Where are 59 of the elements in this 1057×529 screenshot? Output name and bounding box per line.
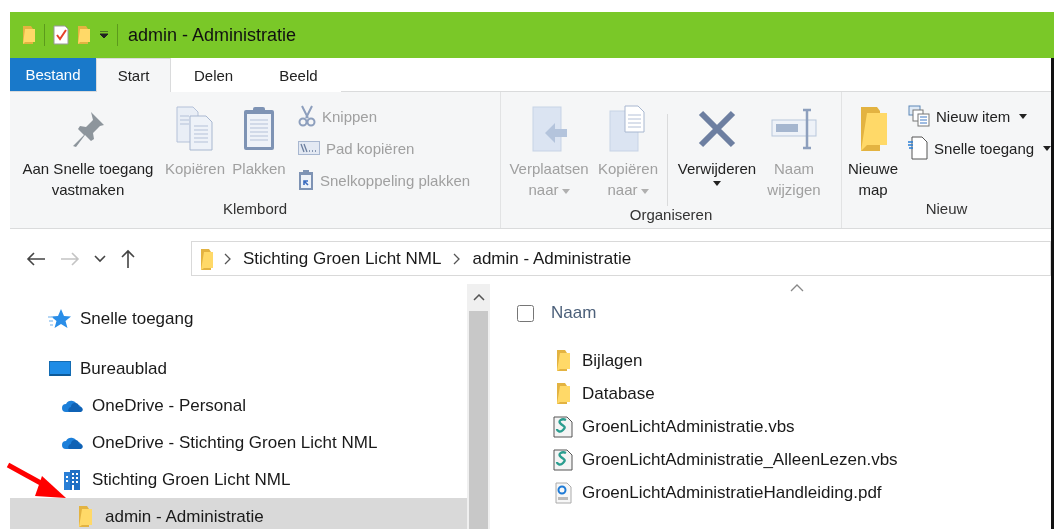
copy-icon (176, 106, 214, 152)
chevron-down-button[interactable] (94, 254, 106, 263)
ribbon-tab[interactable]: Start (96, 58, 171, 92)
back-button[interactable] (26, 250, 46, 267)
move-icon (529, 105, 569, 153)
new-folder-button[interactable]: Nieuwe map (846, 100, 901, 200)
properties-icon[interactable] (53, 25, 69, 45)
up-button[interactable] (120, 248, 136, 269)
easy-access-button[interactable]: Snelle toegang (906, 132, 1051, 164)
scissors-icon (298, 105, 316, 127)
script-file-icon (553, 415, 573, 438)
delete-icon (697, 109, 737, 149)
cloud-icon (61, 435, 83, 450)
window-title: admin - Administratie (128, 24, 297, 46)
path-icon (298, 141, 320, 155)
file-item[interactable]: GroenLichtAdministratie.vbs (553, 410, 1051, 443)
group-label: Organiseren (629, 206, 713, 225)
address-bar[interactable]: Stichting Groen Licht NML admin - Administratie (191, 241, 1051, 276)
column-header[interactable]: Naam (551, 303, 597, 323)
tree-item[interactable]: Bureaublad (10, 350, 467, 387)
tree-item[interactable]: OneDrive - Personal (10, 387, 467, 424)
cloud-icon (61, 398, 83, 413)
tree-item[interactable]: admin - Administratie (10, 498, 467, 529)
folder-icon (554, 349, 572, 372)
delete-button[interactable]: Verwijderen (672, 100, 762, 186)
shortcut-icon (298, 169, 314, 191)
file-item[interactable]: GroenLichtAdministratie_AlleenLezen.vbs (553, 443, 1051, 476)
scrollbar[interactable] (467, 284, 490, 529)
file-tab[interactable]: Bestand (10, 58, 96, 91)
folder-icon (554, 382, 572, 405)
select-all-checkbox[interactable] (517, 304, 534, 322)
rename-icon (771, 106, 817, 152)
clipboard-icon (242, 106, 276, 152)
file-item[interactable]: Database (553, 377, 1051, 410)
folder-icon (76, 505, 94, 528)
folder-icon (198, 247, 214, 270)
new-item-button[interactable]: Nieuw item (906, 100, 1051, 132)
tree-item[interactable]: Stichting Groen Licht NML (10, 461, 467, 498)
star-icon (48, 308, 72, 330)
file-item[interactable]: GroenLichtAdministratieHandleiding.pdf (553, 476, 1051, 509)
group-label: Nieuw (925, 200, 968, 219)
customize-caret-icon[interactable] (99, 31, 109, 39)
pin-button[interactable]: Aan Snelle toegang vastmaken (14, 100, 162, 200)
chevron-right-icon (224, 252, 231, 265)
desktop-icon (49, 360, 71, 377)
group-label: Klembord (222, 200, 288, 219)
document-icon (908, 136, 929, 160)
tree-item[interactable]: OneDrive - Stichting Groen Licht NML (10, 424, 467, 461)
breadcrumb[interactable]: admin - Administratie (470, 248, 634, 269)
script-file-icon (553, 448, 573, 471)
pdf-file-icon (554, 481, 572, 504)
scroll-up-icon[interactable] (472, 294, 485, 301)
new-item-icon (908, 105, 931, 127)
chevron-right-icon (453, 252, 461, 265)
breadcrumb[interactable]: Stichting Groen Licht NML (241, 248, 444, 269)
building-icon (64, 469, 80, 490)
file-item[interactable]: Bijlagen (553, 344, 1051, 377)
copy-to-icon (608, 105, 648, 153)
tree-item[interactable]: Snelle toegang (10, 301, 467, 337)
